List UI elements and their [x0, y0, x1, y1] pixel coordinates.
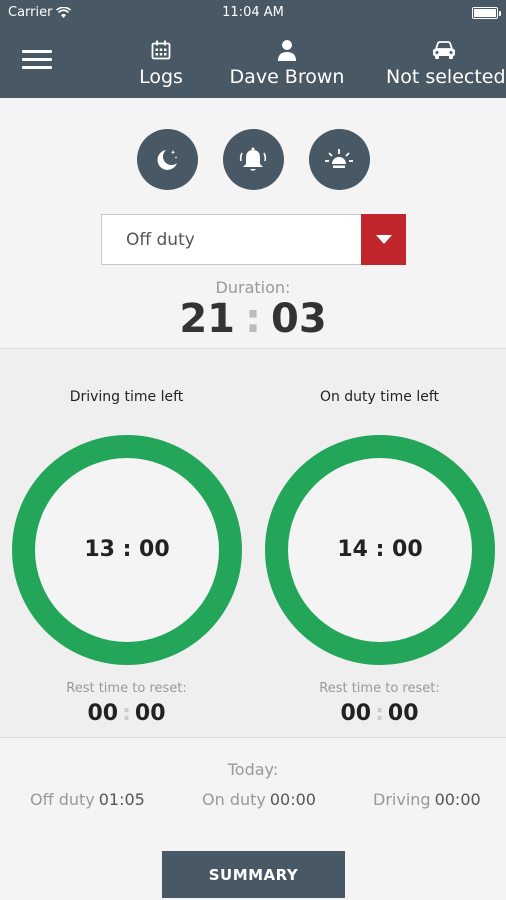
app-header: Carrier 11:04 AM Logs Dave Brown Not sel… [0, 0, 506, 98]
calendar-icon [151, 40, 171, 60]
driving-rest-hours: 00 [87, 701, 119, 726]
today-on-duty-label: On duty [202, 790, 266, 809]
today-driving-value: 00:00 [434, 790, 481, 809]
nav-driver[interactable]: Dave Brown [224, 38, 350, 88]
status-time: 11:04 AM [222, 5, 284, 20]
nav-logs[interactable]: Logs [130, 38, 192, 88]
duration-value: 21:03 [179, 296, 327, 342]
today-driving-label: Driving [373, 790, 431, 809]
sleeper-button[interactable] [136, 129, 198, 190]
duty-status-value: Off duty [126, 230, 195, 250]
chevron-down-icon [375, 234, 392, 244]
driving-rest-value: 00:00 [87, 701, 166, 726]
status-bar: Carrier 11:04 AM [0, 0, 506, 26]
moon-icon [157, 149, 178, 170]
on-duty-time-title: On duty time left [319, 389, 440, 405]
today-off-duty: Off duty 01:05 [30, 790, 145, 809]
today-off-duty-label: Off duty [30, 790, 95, 809]
nav-vehicle[interactable]: Not selected [386, 38, 506, 88]
person-icon [278, 40, 296, 61]
car-icon [433, 41, 455, 59]
today-driving: Driving 00:00 [373, 790, 481, 809]
on-duty-time-column: On duty time left [253, 349, 506, 405]
nav-logs-label: Logs [139, 66, 183, 88]
duty-status-select[interactable]: Off duty [101, 214, 406, 265]
on-duty-rest-minutes: 00 [387, 701, 419, 726]
duration-minutes: 03 [271, 296, 327, 342]
on-duty-rest-hours: 00 [340, 701, 372, 726]
on-duty-time-ring: 14 : 00 [265, 435, 495, 665]
nav-driver-label: Dave Brown [229, 66, 345, 88]
time-left-panel: Driving time left 13 : 00 Rest time to r… [0, 348, 506, 738]
menu-button[interactable] [22, 50, 52, 72]
today-off-duty-value: 01:05 [98, 790, 145, 809]
driving-time-value: 13 : 00 [84, 537, 170, 562]
driving-time-column: Driving time left [0, 349, 253, 405]
today-label: Today: [227, 760, 279, 779]
driving-rest-label: Rest time to reset: [66, 681, 187, 696]
today-on-duty: On duty 00:00 [202, 790, 316, 809]
alarm-button[interactable] [222, 129, 284, 190]
driving-time-title: Driving time left [69, 389, 184, 405]
on-duty-rest-value: 00:00 [340, 701, 419, 726]
summary-button[interactable]: SUMMARY [162, 851, 345, 898]
light-button[interactable] [308, 129, 370, 190]
today-on-duty-value: 00:00 [269, 790, 316, 809]
duty-status-buttons [0, 129, 506, 190]
driving-time-ring: 13 : 00 [12, 435, 242, 665]
on-duty-time-value: 14 : 00 [337, 537, 423, 562]
battery-icon [472, 7, 501, 19]
driving-rest-minutes: 00 [134, 701, 166, 726]
nav-vehicle-label: Not selected [386, 66, 506, 88]
duration-hours: 21 [179, 296, 235, 342]
on-duty-rest-label: Rest time to reset: [319, 681, 440, 696]
dropdown-toggle[interactable] [361, 214, 406, 265]
lamp-icon [325, 148, 353, 168]
bell-icon [239, 147, 267, 171]
duration-label: Duration: [215, 278, 291, 297]
